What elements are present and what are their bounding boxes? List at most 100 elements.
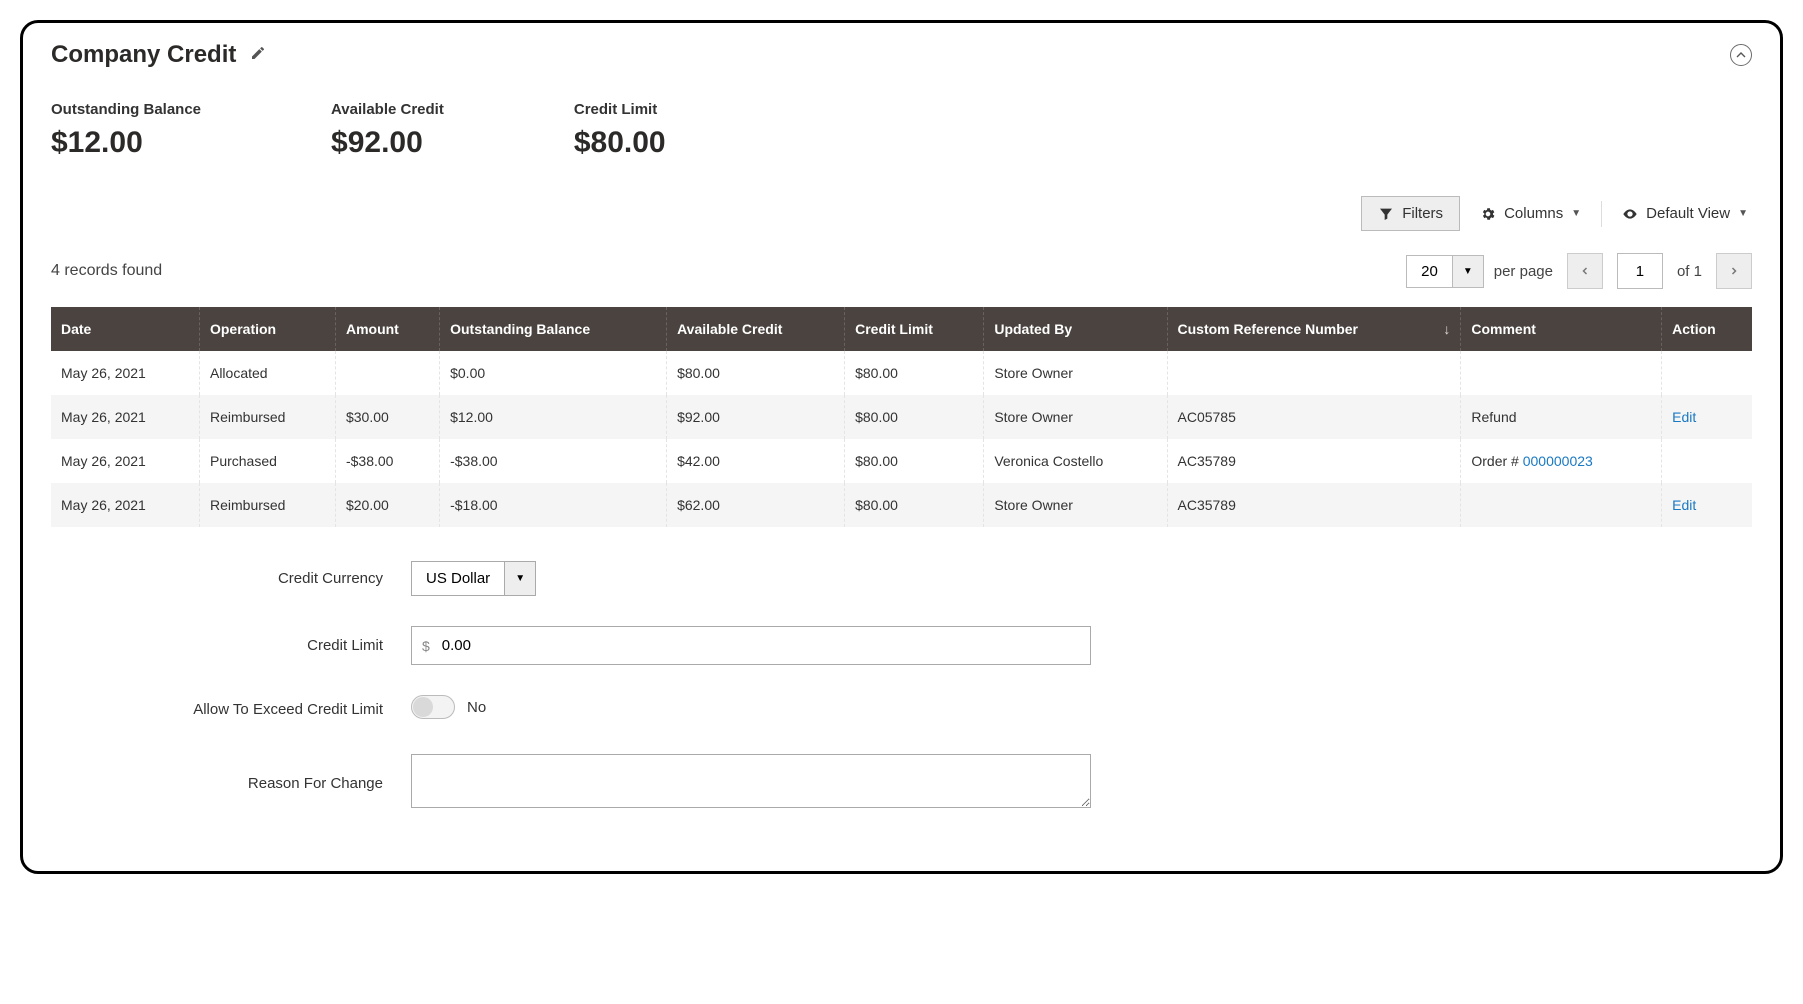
- summary-value: $92.00: [331, 126, 444, 160]
- cell-available-credit: $62.00: [667, 483, 845, 527]
- panel-title-wrap: Company Credit: [51, 41, 266, 69]
- caret-down-icon: ▼: [504, 562, 535, 595]
- cell-credit-limit: $80.00: [845, 439, 984, 483]
- pagination: 20 ▼ per page of 1: [1406, 253, 1752, 289]
- cell-updated-by: Store Owner: [984, 351, 1167, 395]
- per-page-select-wrap: 20 ▼ per page: [1406, 255, 1553, 288]
- per-page-select[interactable]: 20 ▼: [1406, 255, 1484, 288]
- cell-amount: $20.00: [335, 483, 439, 527]
- allow-exceed-toggle-wrap: No: [411, 695, 486, 719]
- credit-currency-value: US Dollar: [412, 562, 504, 595]
- credit-currency-label: Credit Currency: [51, 570, 411, 587]
- form-row-allow-exceed: Allow To Exceed Credit Limit No: [51, 695, 1752, 724]
- cell-amount: [335, 351, 439, 395]
- eye-icon: [1622, 206, 1638, 222]
- col-custom-reference[interactable]: Custom Reference Number ↓: [1167, 307, 1461, 351]
- caret-down-icon: ▼: [1738, 208, 1748, 219]
- cell-credit-limit: $80.00: [845, 395, 984, 439]
- summary-label: Available Credit: [331, 101, 444, 118]
- cell-action-link[interactable]: Edit: [1672, 497, 1696, 513]
- table-header-row: Date Operation Amount Outstanding Balanc…: [51, 307, 1752, 351]
- cell-updated-by: Veronica Costello: [984, 439, 1167, 483]
- pencil-icon: [250, 45, 266, 61]
- summary-outstanding-balance: Outstanding Balance $12.00: [51, 101, 201, 160]
- col-date[interactable]: Date: [51, 307, 199, 351]
- reason-textarea[interactable]: [411, 754, 1091, 808]
- form-row-reason: Reason For Change: [51, 754, 1752, 813]
- records-found-text: 4 records found: [51, 262, 162, 280]
- cell-operation: Reimbursed: [199, 395, 335, 439]
- comment-text: Order #: [1471, 453, 1522, 469]
- page-of-text: of 1: [1677, 263, 1702, 280]
- cell-available-credit: $80.00: [667, 351, 845, 395]
- col-outstanding-balance[interactable]: Outstanding Balance: [440, 307, 667, 351]
- table-row: May 26, 2021Reimbursed$20.00-$18.00$62.0…: [51, 483, 1752, 527]
- col-action[interactable]: Action: [1662, 307, 1752, 351]
- per-page-label: per page: [1494, 263, 1553, 280]
- edit-title-button[interactable]: [250, 45, 266, 66]
- cell-action: [1662, 439, 1752, 483]
- cell-action: Edit: [1662, 395, 1752, 439]
- cell-action: Edit: [1662, 483, 1752, 527]
- cell-action-link[interactable]: Edit: [1672, 409, 1696, 425]
- next-page-button[interactable]: [1716, 253, 1752, 289]
- col-custom-reference-label: Custom Reference Number: [1178, 321, 1359, 337]
- prev-page-button[interactable]: [1567, 253, 1603, 289]
- col-available-credit[interactable]: Available Credit: [667, 307, 845, 351]
- credit-currency-select[interactable]: US Dollar ▼: [411, 561, 536, 596]
- company-credit-panel: Company Credit Outstanding Balance $12.0…: [20, 20, 1783, 874]
- page-input[interactable]: [1617, 253, 1663, 289]
- cell-date: May 26, 2021: [51, 483, 199, 527]
- comment-text: Refund: [1471, 409, 1516, 425]
- grid-toolbar: Filters Columns ▼ Default View ▼: [51, 196, 1752, 231]
- collapse-panel-button[interactable]: [1730, 44, 1752, 66]
- allow-exceed-toggle[interactable]: [411, 695, 455, 719]
- columns-button[interactable]: Columns ▼: [1476, 201, 1585, 226]
- order-link[interactable]: 000000023: [1523, 453, 1593, 469]
- chevron-left-icon: [1579, 265, 1591, 277]
- cell-comment: [1461, 351, 1662, 395]
- credit-history-table: Date Operation Amount Outstanding Balanc…: [51, 307, 1752, 527]
- chevron-right-icon: [1728, 265, 1740, 277]
- cell-date: May 26, 2021: [51, 439, 199, 483]
- table-row: May 26, 2021Purchased-$38.00-$38.00$42.0…: [51, 439, 1752, 483]
- cell-amount: $30.00: [335, 395, 439, 439]
- cell-credit-limit: $80.00: [845, 351, 984, 395]
- cell-comment: Refund: [1461, 395, 1662, 439]
- toggle-knob: [413, 697, 433, 717]
- panel-header: Company Credit: [51, 41, 1752, 69]
- filters-button[interactable]: Filters: [1361, 196, 1460, 231]
- credit-settings-form: Credit Currency US Dollar ▼ Credit Limit…: [51, 561, 1752, 813]
- col-operation[interactable]: Operation: [199, 307, 335, 351]
- col-amount[interactable]: Amount: [335, 307, 439, 351]
- cell-date: May 26, 2021: [51, 395, 199, 439]
- chevron-up-icon: [1733, 47, 1749, 63]
- sort-down-icon: ↓: [1443, 321, 1450, 337]
- currency-prefix: $: [422, 638, 430, 654]
- funnel-icon: [1378, 206, 1394, 222]
- col-updated-by[interactable]: Updated By: [984, 307, 1167, 351]
- caret-down-icon: ▼: [1571, 208, 1581, 219]
- summary-label: Credit Limit: [574, 101, 666, 118]
- cell-custom-reference: AC35789: [1167, 483, 1461, 527]
- cell-custom-reference: [1167, 351, 1461, 395]
- col-comment[interactable]: Comment: [1461, 307, 1662, 351]
- table-row: May 26, 2021Allocated$0.00$80.00$80.00St…: [51, 351, 1752, 395]
- cell-action: [1662, 351, 1752, 395]
- form-row-credit-limit: Credit Limit $: [51, 626, 1752, 665]
- cell-updated-by: Store Owner: [984, 483, 1167, 527]
- cell-available-credit: $92.00: [667, 395, 845, 439]
- cell-outstanding-balance: -$38.00: [440, 439, 667, 483]
- cell-credit-limit: $80.00: [845, 483, 984, 527]
- col-credit-limit[interactable]: Credit Limit: [845, 307, 984, 351]
- per-page-value: 20: [1407, 256, 1452, 287]
- table-row: May 26, 2021Reimbursed$30.00$12.00$92.00…: [51, 395, 1752, 439]
- credit-limit-input[interactable]: [438, 627, 1080, 664]
- cell-date: May 26, 2021: [51, 351, 199, 395]
- default-view-button[interactable]: Default View ▼: [1618, 201, 1752, 226]
- cell-custom-reference: AC35789: [1167, 439, 1461, 483]
- default-view-label: Default View: [1646, 205, 1730, 222]
- reason-label: Reason For Change: [51, 775, 411, 792]
- cell-outstanding-balance: $12.00: [440, 395, 667, 439]
- summary-available-credit: Available Credit $92.00: [331, 101, 444, 160]
